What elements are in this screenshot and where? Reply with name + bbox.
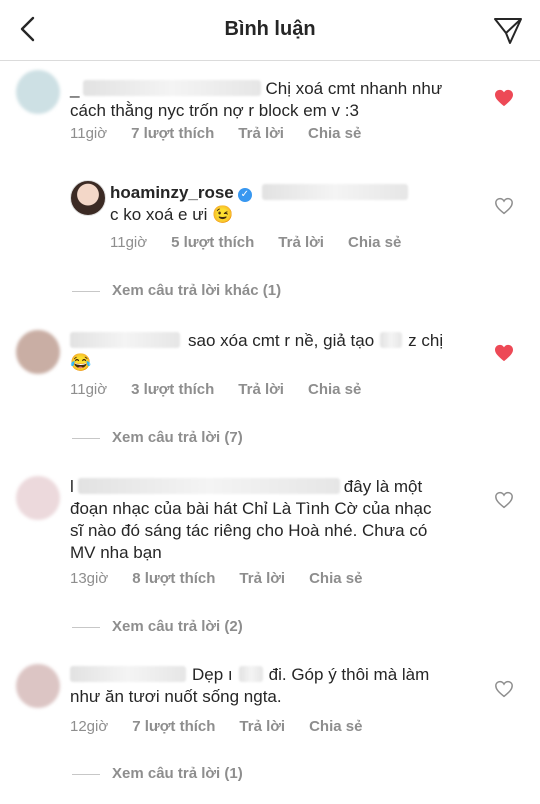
header: Bình luận (0, 0, 540, 61)
likes-count[interactable]: 5 lượt thích (171, 234, 254, 251)
view-more-replies[interactable]: Xem câu trả lời (7) (72, 429, 243, 446)
share-button[interactable]: Chia sẻ (308, 381, 361, 398)
blurred-username (70, 332, 180, 348)
timestamp: 11giờ (70, 125, 108, 142)
reply-button[interactable]: Trả lời (238, 125, 284, 142)
view-more-replies[interactable]: Xem câu trả lời khác (1) (72, 282, 281, 299)
comment-meta: 12giờ 7 lượt thích Trả lời Chia sẻ (70, 718, 386, 735)
likes-count[interactable]: 8 lượt thích (132, 570, 215, 587)
reply-text: hoaminzy_rose ✓ c ko xoá e ưi 😉 (110, 182, 490, 226)
heart-outline-icon[interactable] (494, 491, 514, 509)
page-title: Bình luận (224, 18, 316, 40)
timestamp: 12giờ (70, 718, 109, 735)
avatar[interactable] (16, 70, 60, 114)
comment-text: l đây là một đoạn nhạc của bài hát Chỉ Là… (70, 477, 432, 562)
likes-count[interactable]: 7 lượt thích (132, 718, 215, 735)
timestamp: 11giờ (110, 234, 148, 251)
reply-button[interactable]: Trả lời (239, 570, 285, 587)
comment-meta: 11giờ 3 lượt thích Trả lời Chia sẻ (70, 381, 385, 398)
share-button[interactable]: Chia sẻ (348, 234, 401, 251)
heart-outline-icon[interactable] (494, 197, 514, 215)
blurred-username (70, 666, 186, 682)
view-more-replies[interactable]: Xem câu trả lời (2) (72, 618, 243, 635)
divider (72, 773, 100, 775)
blurred-username (77, 478, 340, 494)
view-more-replies[interactable]: Xem câu trả lời (1) (72, 765, 243, 782)
comment-text: _ Chị xoá cmt nhanh như cách thằng nyc tr… (70, 79, 443, 120)
heart-filled-icon[interactable] (494, 89, 514, 107)
likes-count[interactable]: 3 lượt thích (131, 381, 214, 398)
divider (72, 290, 100, 292)
reply-button[interactable]: Trả lời (238, 381, 284, 398)
timestamp: 11giờ (70, 381, 108, 398)
blurred-text (238, 666, 263, 682)
send-icon[interactable] (492, 14, 524, 46)
reply-button[interactable]: Trả lời (278, 234, 324, 251)
comment-text: sao xóa cmt r nề, giả tạo z chị 😂 (70, 331, 444, 372)
blurred-username (83, 80, 262, 96)
share-button[interactable]: Chia sẻ (309, 570, 362, 587)
heart-outline-icon[interactable] (494, 680, 514, 698)
blurred-text (261, 184, 408, 200)
reply-meta: 11giờ 5 lượt thích Trả lời Chia sẻ (110, 234, 425, 251)
avatar[interactable] (16, 476, 60, 520)
blurred-text (380, 332, 403, 348)
share-button[interactable]: Chia sẻ (308, 125, 361, 142)
avatar[interactable] (16, 664, 60, 708)
comment-meta: 13giờ 8 lượt thích Trả lời Chia sẻ (70, 570, 386, 587)
avatar[interactable] (16, 330, 60, 374)
comment-text: Dẹp ı đi. Góp ý thôi mà làm như ăn tươi n… (70, 665, 430, 706)
timestamp: 13giờ (70, 570, 109, 587)
avatar[interactable] (70, 180, 106, 216)
verified-badge-icon: ✓ (237, 188, 252, 202)
comment-meta: 11giờ 7 lượt thích Trả lời Chia sẻ (70, 125, 385, 142)
heart-filled-icon[interactable] (494, 344, 514, 362)
divider (72, 626, 100, 628)
likes-count[interactable]: 7 lượt thích (131, 125, 214, 142)
share-button[interactable]: Chia sẻ (309, 718, 362, 735)
divider (72, 437, 100, 439)
reply-button[interactable]: Trả lời (239, 718, 285, 735)
username[interactable]: hoaminzy_rose (110, 183, 234, 202)
